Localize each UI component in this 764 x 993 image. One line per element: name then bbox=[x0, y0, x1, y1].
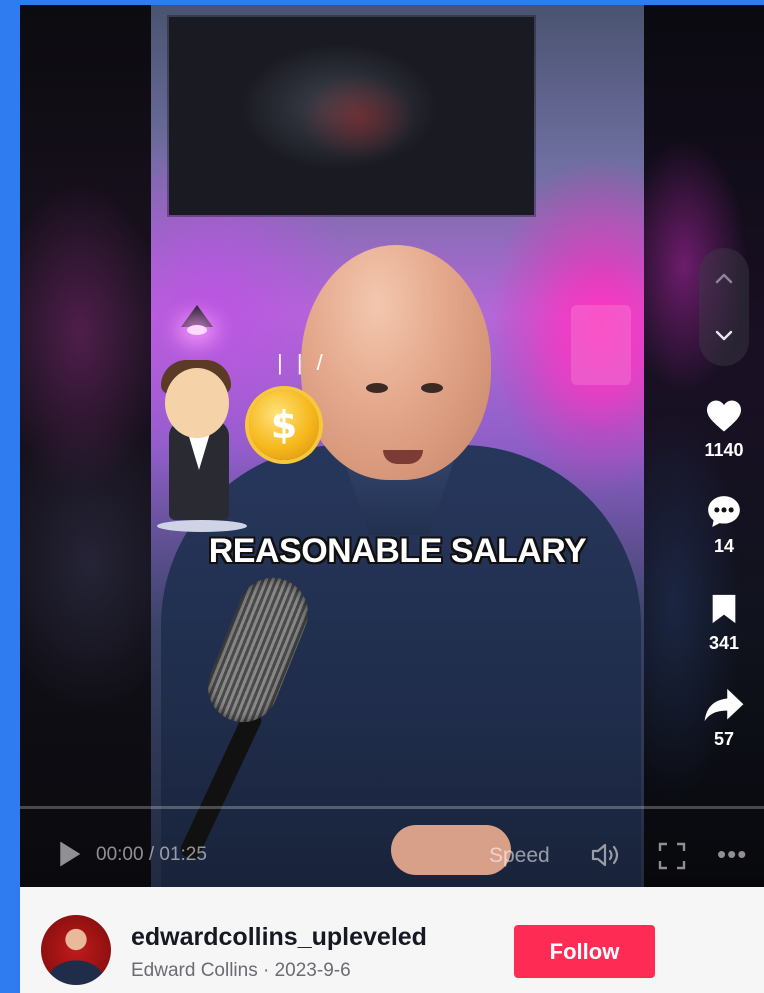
volume-button[interactable] bbox=[590, 841, 626, 869]
heart-icon bbox=[707, 400, 741, 432]
comment-count: 14 bbox=[713, 536, 735, 556]
save-button[interactable]: 341 bbox=[684, 589, 764, 654]
person-eye-left bbox=[366, 383, 388, 393]
person-head bbox=[301, 245, 491, 480]
speed-button[interactable]: Speed bbox=[489, 844, 550, 868]
avatar[interactable] bbox=[41, 915, 111, 985]
chevron-down-icon bbox=[715, 330, 733, 341]
comment-button[interactable]: 14 bbox=[684, 492, 764, 557]
play-icon bbox=[60, 841, 81, 867]
author-bar: edwardcollins_upleveled Edward Collins ·… bbox=[20, 887, 764, 993]
person-eye-right bbox=[421, 383, 443, 393]
video-caption-overlay: REASONABLE SALARY bbox=[208, 532, 587, 570]
player-controls: 00:00 / 01:25 Speed ••• bbox=[20, 835, 764, 875]
video-player-window: | | / $ REASONABLE SALARY 1140 14 341 57… bbox=[20, 5, 764, 993]
comment-icon bbox=[708, 496, 740, 528]
blurred-background-left bbox=[20, 5, 151, 887]
cartoon-sticker: | | / $ bbox=[157, 350, 329, 540]
like-count: 1140 bbox=[704, 440, 744, 460]
like-button[interactable]: 1140 bbox=[684, 396, 764, 461]
fullscreen-icon bbox=[658, 842, 686, 870]
share-count: 57 bbox=[713, 729, 735, 749]
video-frame[interactable]: | | / $ REASONABLE SALARY bbox=[151, 5, 644, 887]
sparkle-icon: | | / bbox=[277, 350, 327, 375]
video-nav-pill bbox=[699, 248, 749, 366]
play-button[interactable] bbox=[54, 839, 84, 869]
volume-icon bbox=[591, 843, 619, 867]
author-subtitle: Edward Collins · 2023-9-6 bbox=[131, 960, 351, 981]
next-video-button[interactable] bbox=[699, 310, 749, 360]
progress-bar[interactable] bbox=[20, 806, 764, 809]
pink-lamp bbox=[571, 305, 631, 385]
ceiling-lamp bbox=[177, 305, 217, 345]
previous-video-button[interactable] bbox=[699, 254, 749, 304]
playback-time: 00:00 / 01:25 bbox=[96, 844, 207, 865]
share-icon bbox=[704, 688, 744, 722]
dollar-coin-icon: $ bbox=[249, 390, 319, 460]
fullscreen-button[interactable] bbox=[657, 841, 687, 871]
save-count: 341 bbox=[708, 633, 740, 653]
chevron-up-icon bbox=[715, 273, 733, 284]
follow-button[interactable]: Follow bbox=[514, 925, 655, 978]
bookmark-icon bbox=[712, 594, 736, 624]
wall-painting bbox=[169, 17, 534, 215]
share-button[interactable]: 57 bbox=[684, 685, 764, 750]
author-username[interactable]: edwardcollins_upleveled bbox=[131, 923, 427, 952]
more-options-button[interactable]: ••• bbox=[717, 839, 747, 870]
